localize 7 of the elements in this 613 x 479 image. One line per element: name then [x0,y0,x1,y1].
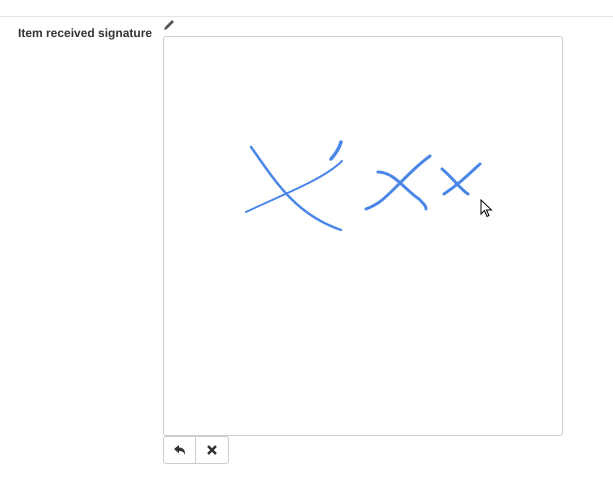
mouse-pointer-icon [480,199,493,218]
close-icon [207,445,217,455]
field-label: Item received signature [17,25,154,42]
clear-button[interactable] [196,436,229,464]
undo-icon [174,445,186,455]
undo-button[interactable] [163,436,196,464]
pencil-icon [163,19,175,31]
